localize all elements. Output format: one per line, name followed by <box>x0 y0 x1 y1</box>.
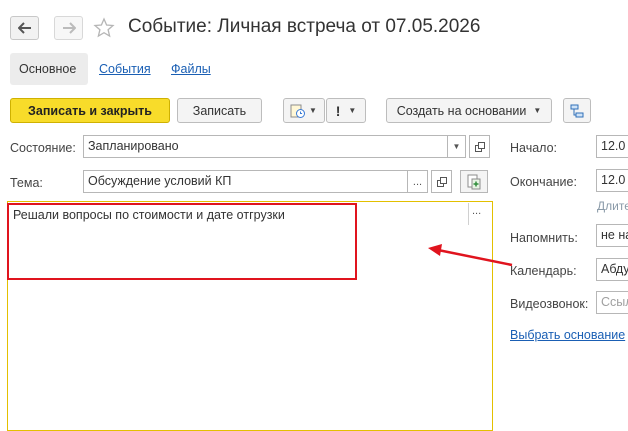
memo-separator <box>468 203 469 225</box>
state-value: Запланировано <box>88 139 179 153</box>
start-label: Начало: <box>510 141 558 155</box>
structure-button[interactable] <box>563 98 591 123</box>
hierarchy-icon <box>570 104 584 117</box>
start-input[interactable]: 12.0 <box>596 135 628 158</box>
calendar-label: Календарь: <box>510 264 577 278</box>
start-value: 12.0 <box>601 139 626 153</box>
video-input[interactable]: Ссыл <box>596 291 628 314</box>
subject-open-button[interactable] <box>431 170 452 193</box>
open-window-icon <box>436 176 447 187</box>
window-title: Событие: Личная встреча от 07.05.2026 <box>128 16 481 37</box>
choose-basis-link[interactable]: Выбрать основание <box>510 328 625 342</box>
remind-select[interactable]: не на <box>596 224 628 247</box>
chevron-down-icon: ▼ <box>309 106 317 115</box>
forward-button[interactable] <box>54 16 83 40</box>
state-dropdown-button[interactable]: ▼ <box>447 135 466 158</box>
subject-label: Тема: <box>10 176 43 190</box>
chevron-down-icon: ▼ <box>348 106 357 115</box>
tab-events[interactable]: События <box>99 62 151 76</box>
save-and-close-button[interactable]: Записать и закрыть <box>10 98 170 123</box>
favorite-star-icon[interactable] <box>93 17 115 39</box>
subject-select-button[interactable]: ... <box>407 170 428 193</box>
save-button[interactable]: Записать <box>177 98 262 123</box>
back-button[interactable] <box>10 16 39 40</box>
annotation-arrow <box>428 244 513 267</box>
document-add-icon <box>467 174 481 189</box>
create-based-on-button[interactable]: Создать на основании ▼ <box>386 98 552 123</box>
description-more-button[interactable]: ... <box>472 205 481 217</box>
subject-value: Обсуждение условий КП <box>88 174 232 188</box>
arrow-left-icon <box>18 22 31 34</box>
video-placeholder: Ссыл <box>601 295 628 309</box>
subject-template-button[interactable] <box>460 170 488 193</box>
subject-input[interactable]: Обсуждение условий КП <box>83 170 428 193</box>
tab-files[interactable]: Файлы <box>171 62 211 76</box>
state-select[interactable]: Запланировано <box>83 135 466 158</box>
clock-document-icon <box>290 104 305 118</box>
remind-label: Напомнить: <box>510 231 578 245</box>
open-window-icon <box>474 141 485 152</box>
calendar-select[interactable]: Абду <box>596 258 628 281</box>
importance-dropdown-button[interactable]: ! ▼ <box>326 98 366 123</box>
highlight-box <box>7 203 357 280</box>
chevron-down-icon: ▼ <box>533 106 542 115</box>
video-label: Видеозвонок: <box>510 297 589 311</box>
end-label: Окончание: <box>510 175 577 189</box>
end-value: 12.0 <box>601 173 626 187</box>
arrow-right-icon <box>63 22 76 34</box>
state-open-button[interactable] <box>469 135 490 158</box>
create-based-on-label: Создать на основании <box>396 103 527 118</box>
state-label: Состояние: <box>10 141 76 155</box>
end-input[interactable]: 12.0 <box>596 169 628 192</box>
attach-dropdown-button[interactable]: ▼ <box>283 98 325 123</box>
importance-label: ! <box>335 102 341 119</box>
chevron-down-icon: ▼ <box>452 142 461 151</box>
duration-hint: Длите <box>597 199 628 213</box>
remind-value: не на <box>601 228 628 242</box>
tab-main-label[interactable]: Основное <box>19 62 76 76</box>
calendar-value: Абду <box>601 262 628 276</box>
